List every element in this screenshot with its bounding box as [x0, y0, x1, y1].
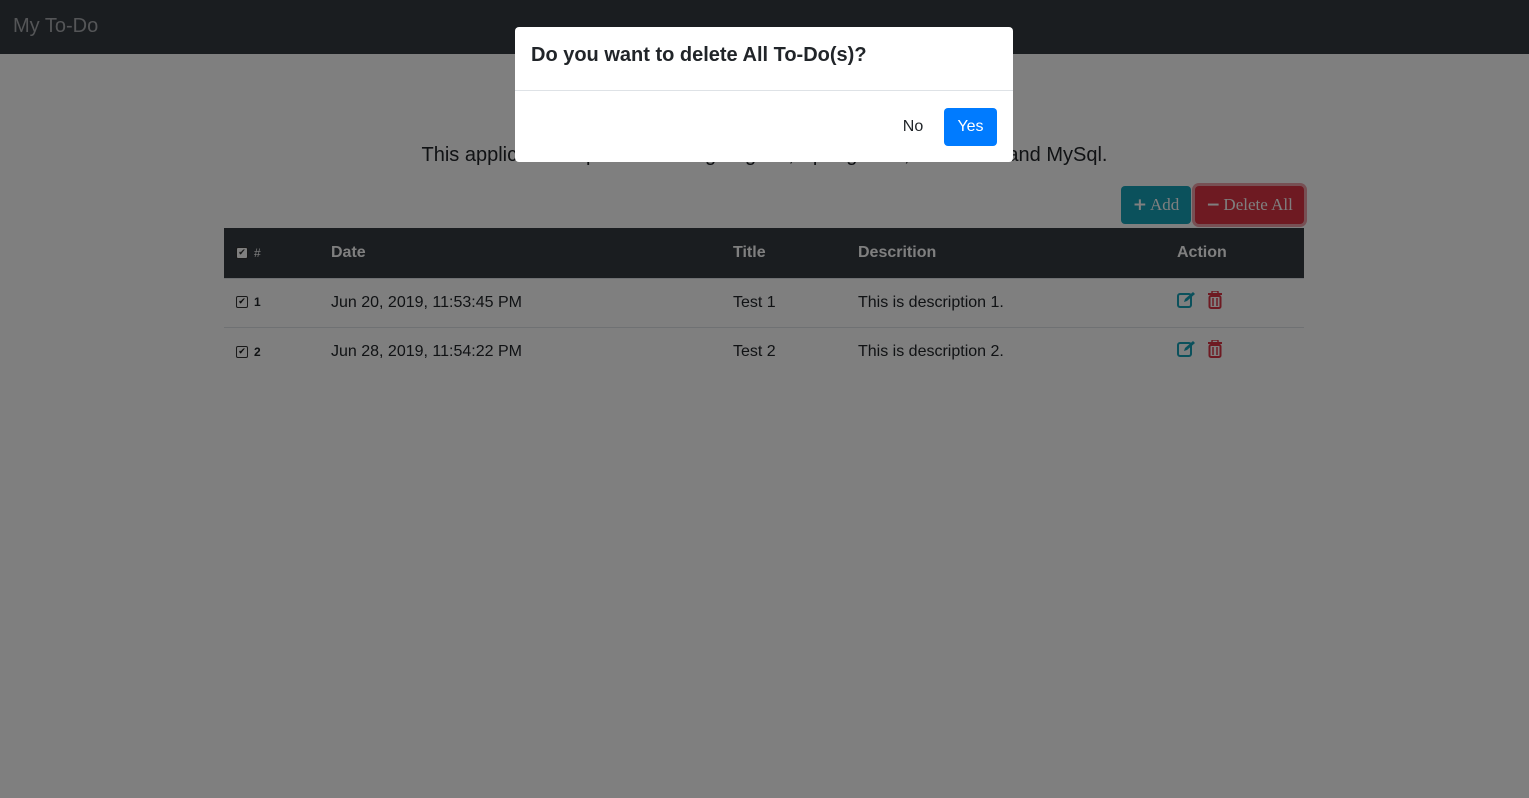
no-button[interactable]: No — [891, 108, 935, 146]
modal-title: Do you want to delete All To-Do(s)? — [531, 44, 867, 66]
page: My To-Do This application is powered usi… — [0, 0, 1529, 798]
modal-footer: No Yes — [515, 91, 1013, 162]
confirm-delete-modal: Do you want to delete All To-Do(s)? No Y… — [515, 27, 1013, 162]
modal-header: Do you want to delete All To-Do(s)? — [515, 27, 1013, 91]
yes-button[interactable]: Yes — [944, 108, 997, 146]
